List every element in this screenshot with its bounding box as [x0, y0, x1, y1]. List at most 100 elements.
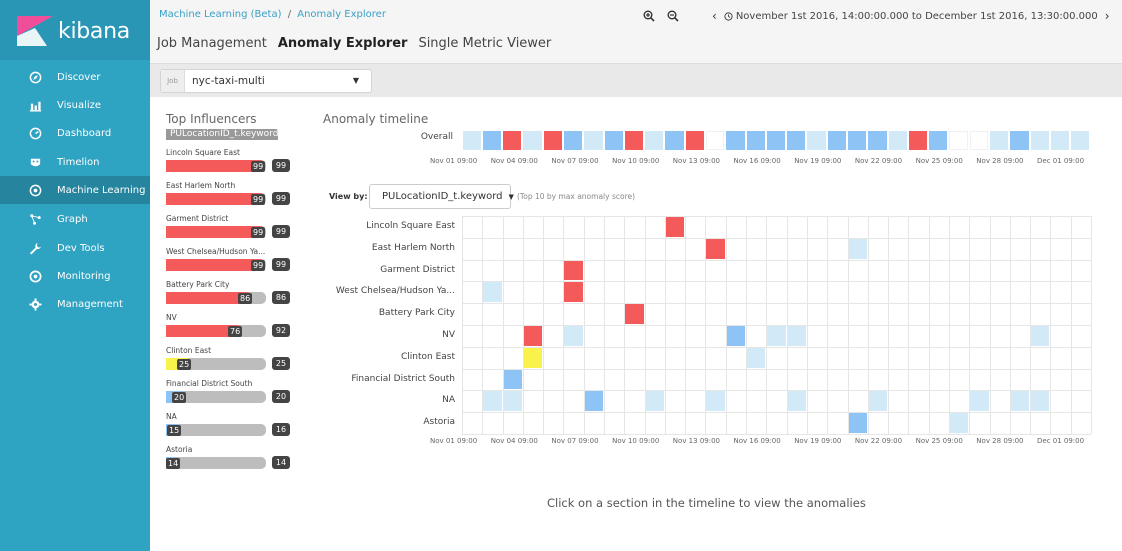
anomaly-cell[interactable] — [1010, 391, 1030, 412]
influencer-item[interactable]: Clinton East 25 25 — [166, 346, 300, 374]
anomaly-cell[interactable] — [706, 238, 725, 259]
swimlane-row-label[interactable]: East Harlem North — [295, 243, 455, 253]
anomaly-cell[interactable] — [564, 282, 583, 303]
anomaly-cell[interactable] — [1031, 326, 1050, 346]
influencer-item[interactable]: Lincoln Square East 99 99 — [166, 148, 300, 176]
overall-anomaly-cell[interactable] — [563, 131, 583, 150]
overall-anomaly-cell[interactable] — [746, 131, 765, 150]
overall-anomaly-cell[interactable] — [827, 131, 846, 150]
anomaly-cell[interactable] — [747, 347, 766, 368]
anomaly-cell[interactable] — [665, 217, 685, 237]
anomaly-cell[interactable] — [645, 391, 664, 412]
time-range-text[interactable]: November 1st 2016, 14:00:00.000 to Decem… — [736, 11, 1098, 22]
time-back-chevron-icon[interactable]: ‹ — [712, 9, 717, 23]
anomaly-cell[interactable] — [848, 413, 867, 433]
swimlane-row-label[interactable]: Financial District South — [295, 374, 455, 384]
anomaly-cell[interactable] — [483, 391, 502, 412]
overall-anomaly-cell[interactable] — [787, 131, 806, 150]
anomaly-cell[interactable] — [726, 326, 746, 346]
anomaly-cell[interactable] — [706, 391, 725, 412]
anomaly-cell[interactable] — [625, 304, 644, 324]
overall-anomaly-cell[interactable] — [1071, 131, 1090, 150]
anomaly-cell[interactable] — [503, 369, 522, 390]
swimlane-row-label[interactable]: Garment District — [295, 265, 455, 275]
sidebar-item-timelion[interactable]: Timelion — [0, 148, 150, 176]
kibana-logo[interactable]: kibana — [0, 0, 150, 60]
anomaly-cell[interactable] — [949, 413, 969, 433]
influencer-item[interactable]: Astoria 14 14 — [166, 445, 300, 473]
overall-anomaly-cell[interactable] — [462, 131, 481, 150]
time-forward-chevron-icon[interactable]: › — [1105, 9, 1110, 23]
swimlane-row-label[interactable]: Battery Park City — [295, 308, 455, 318]
swimlane-row-label[interactable]: Astoria — [295, 417, 455, 427]
overall-anomaly-cell[interactable] — [503, 131, 522, 150]
anomaly-cell[interactable] — [483, 282, 502, 303]
influencer-item[interactable]: Battery Park City 86 86 — [166, 280, 300, 308]
influencer-item[interactable]: West Chelsea/Hudson Ya... 99 99 — [166, 247, 300, 275]
overall-anomaly-cell[interactable] — [868, 131, 887, 150]
anomaly-cell[interactable] — [584, 391, 604, 412]
overall-anomaly-cell[interactable] — [1030, 131, 1049, 150]
overall-anomaly-cell[interactable] — [1010, 131, 1029, 150]
sidebar-item-machine-learning[interactable]: Machine Learning — [0, 176, 150, 204]
job-selector[interactable]: Job nyc-taxi-multi ▼ — [160, 69, 372, 93]
sidebar-item-dev-tools[interactable]: Dev Tools — [0, 234, 150, 262]
anomaly-cell[interactable] — [1031, 391, 1050, 412]
sidebar-item-discover[interactable]: Discover — [0, 63, 150, 91]
anomaly-cell[interactable] — [848, 238, 867, 259]
overall-anomaly-cell[interactable] — [523, 131, 542, 150]
overall-anomaly-cell[interactable] — [665, 131, 684, 150]
overall-anomaly-cell[interactable] — [482, 131, 502, 150]
overall-anomaly-cell[interactable] — [584, 131, 603, 150]
overall-anomaly-cell[interactable] — [1050, 131, 1070, 150]
anomaly-cell[interactable] — [868, 391, 888, 412]
tab-single-metric-viewer[interactable]: Single Metric Viewer — [418, 36, 551, 51]
zoom-in-icon[interactable] — [642, 9, 656, 23]
overall-anomaly-cell[interactable] — [645, 131, 664, 150]
swimlane-row-label[interactable]: NA — [295, 395, 455, 405]
overall-anomaly-cell[interactable] — [990, 131, 1009, 150]
influencer-item[interactable]: Garment District 99 99 — [166, 214, 300, 242]
breadcrumb-current[interactable]: Anomaly Explorer — [297, 9, 386, 20]
anomaly-cell[interactable] — [970, 391, 989, 412]
zoom-out-icon[interactable] — [666, 9, 680, 23]
anomaly-cell[interactable] — [787, 326, 806, 346]
anomaly-cell[interactable] — [787, 391, 806, 412]
overall-anomaly-cell[interactable] — [807, 131, 826, 150]
swimlane-row-label[interactable]: Lincoln Square East — [295, 221, 455, 231]
sidebar-item-visualize[interactable]: Visualize — [0, 91, 150, 119]
anomaly-cell[interactable] — [564, 260, 583, 281]
anomaly-cell[interactable] — [503, 391, 522, 412]
overall-anomaly-cell[interactable] — [685, 131, 704, 150]
overall-anomaly-cell[interactable] — [969, 131, 989, 150]
anomaly-cell[interactable] — [564, 326, 583, 346]
tab-job-management[interactable]: Job Management — [157, 36, 267, 51]
influencer-item[interactable]: NV 76 92 — [166, 313, 300, 341]
sidebar-item-graph[interactable]: Graph — [0, 205, 150, 233]
overall-anomaly-cell[interactable] — [543, 131, 562, 150]
swimlane-row-label[interactable]: West Chelsea/Hudson Ya... — [295, 286, 455, 296]
swimlane-row-label[interactable]: Clinton East — [295, 352, 455, 362]
overall-anomaly-cell[interactable] — [888, 131, 907, 150]
influencer-item[interactable]: Financial District South 20 20 — [166, 379, 300, 407]
overall-anomaly-cell[interactable] — [624, 131, 644, 150]
overall-anomaly-cell[interactable] — [604, 131, 623, 150]
overall-anomaly-cell[interactable] — [766, 131, 786, 150]
overall-anomaly-cell[interactable] — [705, 131, 725, 150]
anomaly-cell[interactable] — [523, 347, 543, 368]
overall-anomaly-cell[interactable] — [929, 131, 948, 150]
overall-anomaly-cell[interactable] — [848, 131, 867, 150]
anomaly-cell[interactable] — [523, 326, 543, 346]
swimlane-row-label[interactable]: NV — [295, 330, 455, 340]
influencer-item[interactable]: East Harlem North 99 99 — [166, 181, 300, 209]
breadcrumb-root-link[interactable]: Machine Learning (Beta) — [159, 9, 282, 20]
tab-anomaly-explorer[interactable]: Anomaly Explorer — [278, 36, 408, 51]
overall-anomaly-cell[interactable] — [949, 131, 968, 150]
sidebar-item-management[interactable]: Management — [0, 290, 150, 318]
view-by-select[interactable]: PULocationID_t.keyword ▼ — [369, 184, 514, 209]
anomaly-cell[interactable] — [767, 326, 786, 346]
overall-anomaly-cell[interactable] — [726, 131, 745, 150]
sidebar-item-dashboard[interactable]: Dashboard — [0, 119, 150, 147]
sidebar-item-monitoring[interactable]: Monitoring — [0, 262, 150, 290]
overall-anomaly-cell[interactable] — [908, 131, 928, 150]
